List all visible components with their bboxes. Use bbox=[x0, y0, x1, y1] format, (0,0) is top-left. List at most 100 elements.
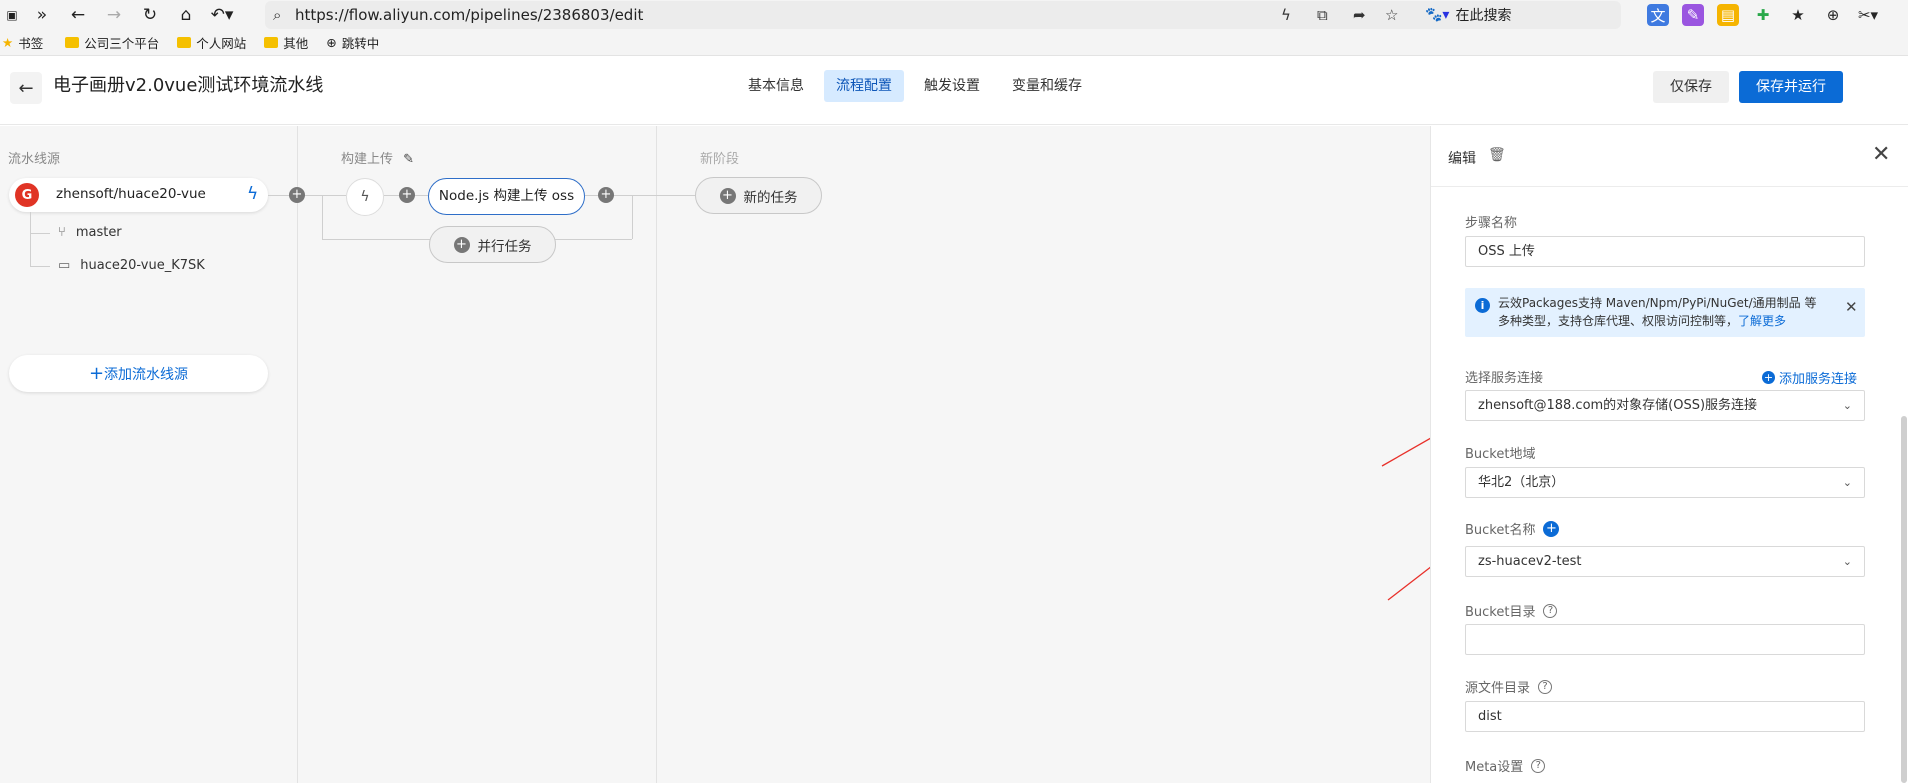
save-and-run-button[interactable]: 保存并运行 bbox=[1739, 71, 1843, 103]
favorites-icon[interactable]: ★ bbox=[1787, 4, 1809, 26]
tab-flow-config[interactable]: 流程配置 bbox=[824, 70, 904, 102]
bookmark-label: 跳转中 bbox=[341, 36, 380, 51]
back-icon[interactable]: ← bbox=[60, 0, 96, 30]
add-service-connection-link[interactable]: + 添加服务连接 bbox=[1762, 368, 1857, 387]
meta-settings-label: Meta设置 ? bbox=[1465, 756, 1546, 775]
add-task-before-dot[interactable]: + bbox=[399, 187, 415, 203]
service-connection-select[interactable]: zhensoft@188.com的对象存储(OSS)服务连接 ⌄ bbox=[1465, 390, 1865, 421]
add-stage-dot[interactable]: + bbox=[289, 187, 305, 203]
info-icon: i bbox=[1475, 298, 1490, 313]
add-bucket-plus-icon[interactable]: + bbox=[1543, 520, 1560, 537]
learn-more-link[interactable]: 了解更多 bbox=[1738, 314, 1786, 328]
plus-circle-icon: + bbox=[1762, 371, 1775, 384]
add-task-after-dot[interactable]: + bbox=[598, 187, 614, 203]
folder-icon bbox=[264, 37, 279, 48]
forward-icon[interactable]: → bbox=[96, 0, 132, 30]
screenshot-icon[interactable]: ⧉ bbox=[1317, 6, 1328, 24]
edit-icon[interactable]: ✎ bbox=[403, 152, 414, 167]
source-dir-input[interactable]: dist bbox=[1465, 701, 1865, 732]
help-icon[interactable]: ? bbox=[1538, 679, 1553, 694]
share-icon[interactable]: ➦ bbox=[1353, 6, 1366, 24]
add-source-button[interactable]: +添加流水线源 bbox=[9, 355, 268, 392]
source-branch: ⑂ master bbox=[58, 225, 122, 240]
bucket-dir-input[interactable] bbox=[1465, 624, 1865, 655]
pipeline-source-card[interactable]: G zhensoft/huace20-vue ϟ bbox=[9, 178, 268, 212]
back-button[interactable]: ← bbox=[10, 72, 42, 104]
reload-icon[interactable]: ↻ bbox=[132, 0, 168, 30]
trigger-bolt-icon[interactable]: ϟ bbox=[247, 184, 258, 204]
star-icon[interactable]: ☆ bbox=[1385, 6, 1398, 24]
bookmark-folder-company[interactable]: 公司三个平台 bbox=[65, 33, 159, 52]
source-dir-label-text: 源文件目录 bbox=[1465, 681, 1531, 696]
task-node-nodejs-oss[interactable]: Node.js 构建上传 oss bbox=[428, 178, 585, 215]
baidu-paw-icon: 🐾▾ bbox=[1425, 7, 1450, 23]
browser-search[interactable]: 🐾▾ 在此搜索 bbox=[1425, 5, 1511, 25]
bookmarks-bar: ★ 书签 公司三个平台 个人网站 其他 ⊕ 跳转中 bbox=[0, 30, 1908, 56]
parallel-task-button[interactable]: + 并行任务 bbox=[429, 226, 556, 263]
trash-icon[interactable]: 🗑 bbox=[1488, 147, 1506, 163]
puzzle-ext-icon[interactable]: ✚ bbox=[1752, 4, 1774, 26]
close-icon[interactable]: ✕ bbox=[1872, 142, 1890, 167]
bucket-name-label-text: Bucket名称 bbox=[1465, 523, 1536, 538]
edit-panel-title: 编辑 bbox=[1448, 151, 1476, 167]
help-icon[interactable]: ? bbox=[1543, 603, 1558, 618]
more-chevrons-icon[interactable]: » bbox=[24, 0, 60, 30]
stage-title-new[interactable]: 新阶段 bbox=[700, 148, 739, 167]
download-icon[interactable]: ⊕ bbox=[1822, 4, 1844, 26]
panel-scrollbar[interactable] bbox=[1901, 416, 1907, 783]
bucket-name-label: Bucket名称 + bbox=[1465, 519, 1560, 538]
step-name-label: 步骤名称 bbox=[1465, 216, 1518, 231]
service-connection-value: zhensoft@188.com的对象存储(OSS)服务连接 bbox=[1478, 398, 1758, 413]
bucket-name-select[interactable]: zs-huacev2-test ⌄ bbox=[1465, 546, 1865, 577]
search-icon: ⌕ bbox=[273, 6, 282, 24]
source-folder: ▭ huace20-vue_K7SK bbox=[58, 258, 205, 273]
stage-trigger-node[interactable]: ϟ bbox=[346, 178, 384, 216]
tab-trigger[interactable]: 触发设置 bbox=[912, 70, 992, 102]
undo-icon[interactable]: ↶▾ bbox=[204, 0, 240, 30]
folder-name: huace20-vue_K7SK bbox=[80, 258, 205, 273]
bookmark-folder-other[interactable]: 其他 bbox=[264, 33, 308, 52]
bucket-region-value: 华北2（北京） bbox=[1478, 475, 1565, 490]
tab-basic-info[interactable]: 基本信息 bbox=[736, 70, 816, 102]
bookmark-label: 公司三个平台 bbox=[84, 36, 160, 51]
bookmark-item-star[interactable]: ★ 书签 bbox=[2, 33, 43, 52]
address-bar[interactable]: ⌕ https://flow.aliyun.com/pipelines/2386… bbox=[265, 1, 1621, 29]
home-icon[interactable]: ⌂ bbox=[168, 0, 204, 30]
help-icon[interactable]: ? bbox=[1531, 758, 1546, 773]
alert-close-icon[interactable]: ✕ bbox=[1845, 298, 1858, 316]
sidebar-icon[interactable]: ▣ bbox=[0, 0, 24, 30]
pipeline-canvas[interactable]: 流水线源 构建上传 ✎ 新阶段 G zhensoft/huace20-vue ϟ… bbox=[0, 126, 1481, 783]
plus-icon: + bbox=[88, 363, 105, 384]
stage-title-source: 流水线源 bbox=[8, 152, 61, 167]
bookmark-folder-personal[interactable]: 个人网站 bbox=[177, 33, 246, 52]
folder-outline-icon: ▭ bbox=[58, 258, 71, 273]
tools-icon[interactable]: ✂▾ bbox=[1857, 4, 1879, 26]
source-dir-label: 源文件目录 ? bbox=[1465, 677, 1553, 696]
flow-connector bbox=[268, 195, 346, 196]
stage-title-text: 构建上传 bbox=[341, 152, 394, 167]
bookmark-item-redirect[interactable]: ⊕ 跳转中 bbox=[326, 33, 379, 52]
config-tabs: 基本信息 流程配置 触发设置 变量和缓存 bbox=[736, 70, 1094, 102]
tab-variables[interactable]: 变量和缓存 bbox=[1000, 70, 1094, 102]
git-logo-icon: G bbox=[15, 183, 39, 207]
page-title: 电子画册v2.0vue测试环境流水线 bbox=[53, 75, 324, 96]
new-task-button[interactable]: + 新的任务 bbox=[695, 177, 822, 214]
translate-ext-icon[interactable]: 文 bbox=[1647, 4, 1669, 26]
bookmark-label: 个人网站 bbox=[196, 36, 247, 51]
chevron-down-icon: ⌄ bbox=[1842, 555, 1852, 568]
step-name-input[interactable]: OSS 上传 bbox=[1465, 236, 1865, 267]
bookmark-label: 其他 bbox=[283, 36, 309, 51]
folder-icon bbox=[177, 37, 192, 48]
packages-info-alert: i 云效Packages支持 Maven/Npm/PyPi/NuGet/通用制品… bbox=[1465, 288, 1865, 337]
stage-title-build[interactable]: 构建上传 ✎ bbox=[341, 148, 414, 167]
plus-circle-icon: + bbox=[453, 236, 470, 253]
parallel-bracket-right bbox=[632, 195, 633, 239]
meta-label-text: Meta设置 bbox=[1465, 760, 1524, 775]
tree-connector bbox=[30, 266, 50, 267]
save-button[interactable]: 仅保存 bbox=[1653, 71, 1729, 103]
folder-ext-icon[interactable]: ▤ bbox=[1717, 4, 1739, 26]
new-task-label: 新的任务 bbox=[743, 189, 798, 206]
lightning-icon[interactable]: ϟ bbox=[1281, 6, 1291, 24]
bucket-region-select[interactable]: 华北2（北京） ⌄ bbox=[1465, 467, 1865, 498]
pen-ext-icon[interactable]: ✎ bbox=[1682, 4, 1704, 26]
